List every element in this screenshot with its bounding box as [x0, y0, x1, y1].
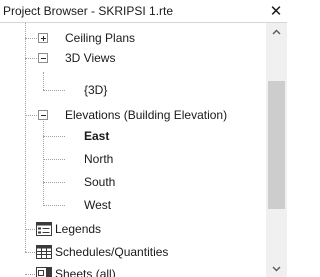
- tree-line-north: [43, 159, 65, 160]
- tree-line-elev: [25, 115, 37, 116]
- tree-line-west: [43, 205, 65, 206]
- schedule-table-icon: [36, 245, 52, 259]
- sheet-icon: [36, 267, 52, 277]
- tree-line-3dviews: [25, 58, 37, 59]
- chevron-down-icon[interactable]: [266, 260, 287, 277]
- title-bar: Project Browser - SKRIPSI 1.rte ✕: [0, 0, 287, 23]
- plus-icon[interactable]: [38, 33, 48, 43]
- tree-item-elevation-south[interactable]: South: [82, 173, 117, 191]
- tree-line-ceiling: [25, 38, 37, 39]
- tree-line-sheets: [25, 274, 35, 275]
- tree-line-3d: [43, 72, 44, 90]
- tree-item-sheets[interactable]: Sheets (all): [53, 265, 118, 277]
- tree-item-schedules[interactable]: Schedules/Quantities: [53, 243, 170, 261]
- tree-item-elevation-north[interactable]: North: [82, 150, 115, 168]
- tree-line-3d-default: [43, 90, 65, 91]
- minus-icon[interactable]: [38, 110, 48, 120]
- tree-line-elevations: [43, 121, 44, 206]
- project-browser-tree: Ceiling Plans 3D Views {3D} Elevations (…: [0, 23, 265, 277]
- tree-item-ceiling-plans[interactable]: Ceiling Plans: [63, 29, 137, 47]
- vertical-scrollbar[interactable]: [266, 23, 287, 277]
- tree-line-legends: [25, 229, 35, 230]
- tree-line-south: [43, 182, 65, 183]
- tree-item-3d-default[interactable]: {3D}: [82, 81, 109, 99]
- tree-line-schedules: [25, 252, 35, 253]
- tree-item-elevation-west[interactable]: West: [82, 196, 113, 214]
- tree-item-elevation-east[interactable]: East: [82, 127, 111, 145]
- chevron-up-icon[interactable]: [266, 23, 287, 40]
- tree-item-3d-views[interactable]: 3D Views: [63, 49, 117, 67]
- close-icon[interactable]: ✕: [267, 1, 285, 20]
- scrollbar-thumb[interactable]: [268, 81, 285, 209]
- minus-icon[interactable]: [38, 53, 48, 63]
- tree-line-east: [43, 136, 65, 137]
- tree-item-elevations[interactable]: Elevations (Building Elevation): [63, 106, 229, 124]
- window-title: Project Browser - SKRIPSI 1.rte: [3, 4, 174, 18]
- tree-item-legends[interactable]: Legends: [53, 220, 103, 238]
- legend-icon: [36, 222, 52, 236]
